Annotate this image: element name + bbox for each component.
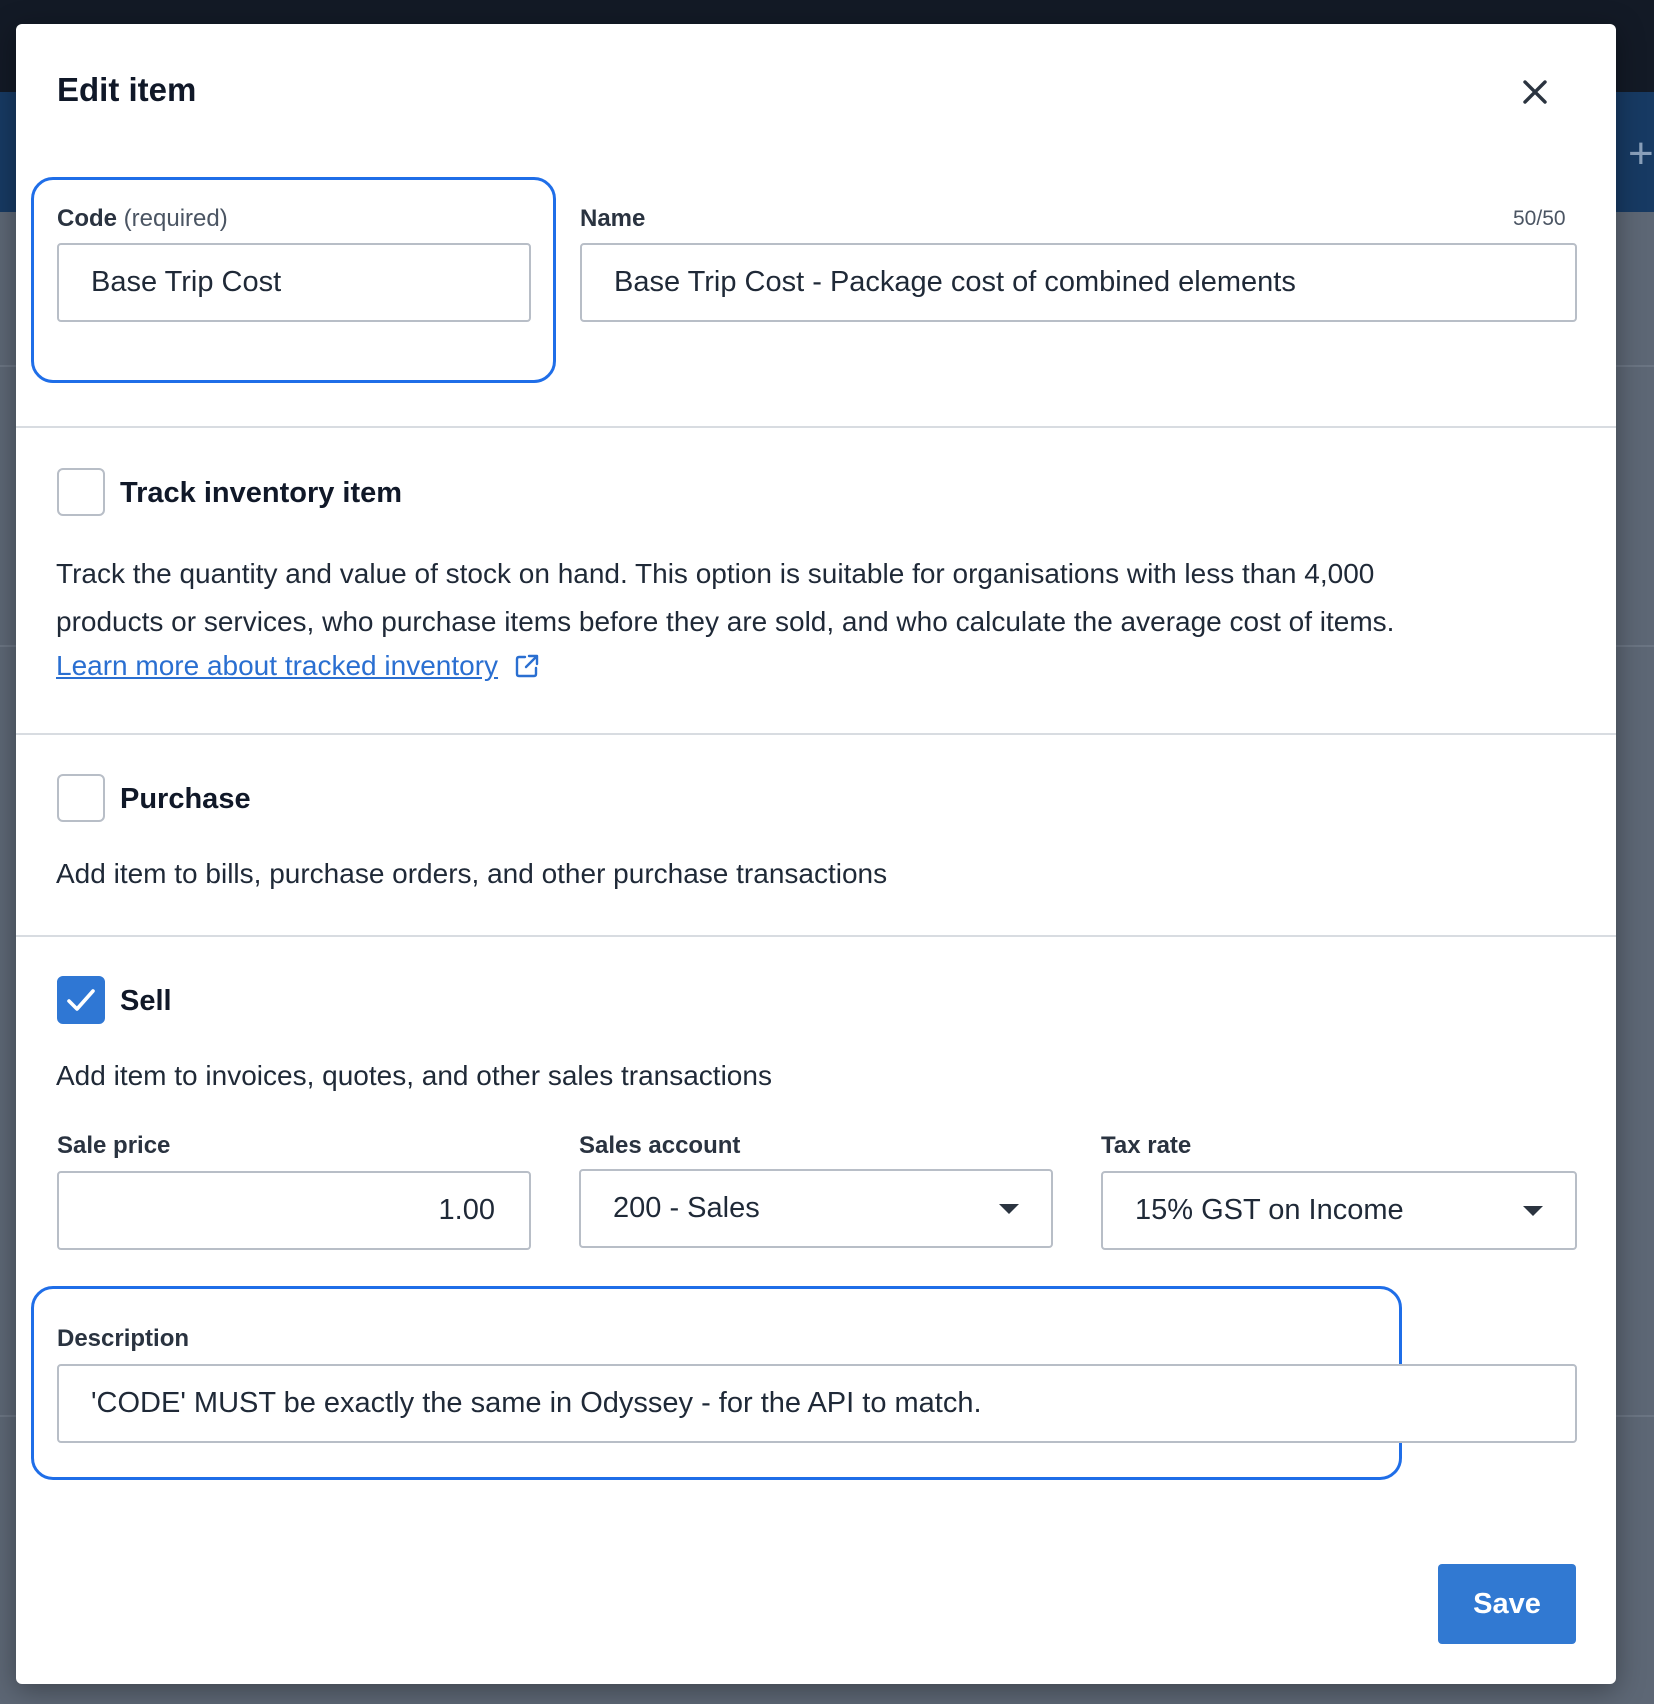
purchase-checkbox[interactable] <box>57 774 105 822</box>
description-label: Description <box>57 1325 190 1352</box>
sale-price-label: Sale price <box>57 1132 171 1159</box>
track-inventory-label: Track inventory item <box>120 477 403 509</box>
close-button[interactable] <box>1513 70 1557 114</box>
sell-description: Add item to invoices, quotes, and other … <box>56 1060 772 1091</box>
sales-account-select[interactable]: 200 - Sales <box>579 1169 1053 1248</box>
sell-label: Sell <box>120 985 172 1017</box>
chevron-down-icon <box>1523 1206 1543 1216</box>
learn-more-link[interactable]: Learn more about tracked inventory <box>56 646 540 686</box>
description-input[interactable]: 'CODE' MUST be exactly the same in Odyss… <box>57 1364 1577 1443</box>
section-divider <box>16 426 1616 428</box>
section-divider <box>16 733 1616 735</box>
sale-price-input[interactable]: 1.00 <box>57 1171 531 1250</box>
purchase-label: Purchase <box>120 783 251 815</box>
tax-rate-select[interactable]: 15% GST on Income <box>1101 1171 1577 1250</box>
edit-item-dialog: Edit item Code (required) Base Trip Cost… <box>16 24 1616 1684</box>
sales-account-label: Sales account <box>579 1132 741 1159</box>
section-divider <box>16 935 1616 937</box>
chevron-down-icon <box>999 1204 1019 1214</box>
name-input[interactable]: Base Trip Cost - Package cost of combine… <box>580 243 1577 322</box>
background-plus-icon: + <box>1628 129 1654 178</box>
track-inventory-description-line1: Track the quantity and value of stock on… <box>56 558 1375 589</box>
tax-rate-value: 15% GST on Income <box>1135 1194 1404 1226</box>
code-input[interactable]: Base Trip Cost <box>57 243 531 322</box>
track-inventory-description-line2: products or services, who purchase items… <box>56 606 1395 637</box>
checkmark-icon <box>67 989 95 1011</box>
track-inventory-checkbox[interactable] <box>57 468 105 516</box>
dialog-title: Edit item <box>57 71 197 108</box>
name-label: Name <box>580 205 646 232</box>
tax-rate-label: Tax rate <box>1101 1132 1192 1159</box>
sales-account-value: 200 - Sales <box>613 1192 760 1224</box>
close-icon <box>1523 80 1547 104</box>
code-required-hint: (required) <box>123 205 228 232</box>
name-char-counter: 50/50 <box>1513 207 1566 230</box>
code-label: Code (required) <box>57 205 228 232</box>
purchase-description: Add item to bills, purchase orders, and … <box>56 858 888 889</box>
external-link-icon <box>515 654 539 678</box>
sell-checkbox[interactable] <box>57 976 105 1024</box>
learn-more-link-text: Learn more about tracked inventory <box>56 650 499 681</box>
save-button[interactable]: Save <box>1438 1564 1576 1644</box>
